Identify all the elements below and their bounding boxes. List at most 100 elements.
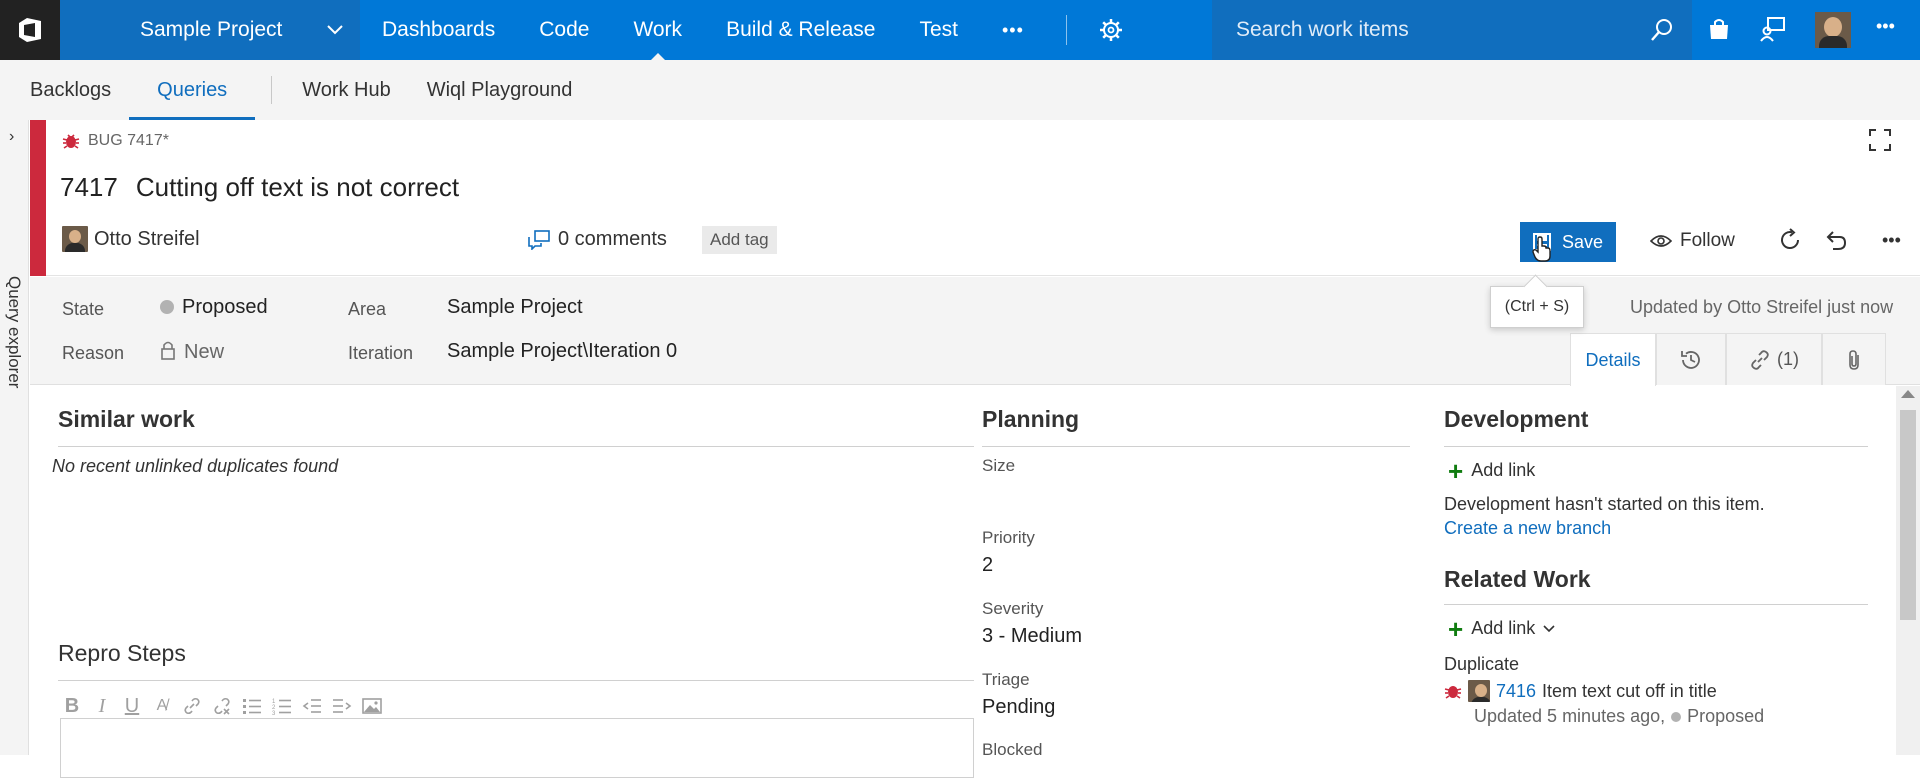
tab-links[interactable]: (1) xyxy=(1726,333,1822,385)
related-item-title[interactable]: Item text cut off in title xyxy=(1542,681,1717,702)
query-explorer-rail[interactable]: › Query explorer xyxy=(0,120,29,755)
tab-backlogs[interactable]: Backlogs xyxy=(0,60,129,120)
search-icon[interactable] xyxy=(1650,18,1674,42)
nav-build-release[interactable]: Build & Release xyxy=(704,0,897,60)
expand-chevron-icon[interactable]: › xyxy=(9,128,14,146)
underline-button[interactable]: U xyxy=(120,694,144,718)
marketplace-bag-icon[interactable] xyxy=(1706,16,1732,42)
feedback-icon[interactable] xyxy=(1760,16,1786,42)
avatar xyxy=(1468,680,1490,702)
repro-steps-editor[interactable] xyxy=(60,718,974,778)
nav-code[interactable]: Code xyxy=(517,0,611,60)
related-item-id[interactable]: 7416 xyxy=(1496,681,1536,702)
bug-icon xyxy=(1444,686,1462,699)
avatar xyxy=(62,226,88,252)
outdent-button[interactable] xyxy=(300,694,324,718)
tab-queries[interactable]: Queries xyxy=(129,60,256,120)
development-title: Development xyxy=(1444,406,1589,432)
undo-icon[interactable] xyxy=(1824,228,1848,252)
bullet-list-button[interactable] xyxy=(240,694,264,718)
iteration-value[interactable]: Sample Project\Iteration 0 xyxy=(447,340,677,363)
project-selector[interactable]: Sample Project xyxy=(60,0,360,60)
settings-button[interactable] xyxy=(1087,0,1135,60)
indent-button[interactable] xyxy=(330,694,354,718)
create-branch-link[interactable]: Create a new branch xyxy=(1444,518,1611,539)
highlight-button[interactable]: A̸ xyxy=(150,694,174,718)
topnav-overflow-button[interactable]: ••• xyxy=(1876,16,1895,37)
related-item-row[interactable]: 7416 Item text cut off in title xyxy=(1444,680,1717,702)
size-field[interactable] xyxy=(982,482,1182,508)
tab-attachments[interactable] xyxy=(1822,333,1886,385)
priority-label: Priority xyxy=(982,528,1035,547)
state-dot xyxy=(160,300,174,314)
nav-more-button[interactable]: ••• xyxy=(980,0,1046,60)
repro-steps-title: Repro Steps xyxy=(58,640,186,666)
nav-test[interactable]: Test xyxy=(897,0,980,60)
updated-by-text: Updated by Otto Streifel just now xyxy=(1630,297,1894,317)
svg-text:3: 3 xyxy=(272,711,276,715)
scroll-thumb[interactable] xyxy=(1900,410,1916,620)
assigned-to-field[interactable]: Otto Streifel xyxy=(62,226,200,252)
remove-link-button[interactable] xyxy=(210,694,234,718)
nav-dashboards[interactable]: Dashboards xyxy=(360,0,517,60)
chevron-down-icon xyxy=(327,25,343,35)
tab-history[interactable] xyxy=(1656,333,1726,385)
iteration-label: Iteration xyxy=(348,343,414,363)
severity-field[interactable]: 3 - Medium xyxy=(982,625,1082,648)
comments-icon xyxy=(528,229,550,250)
work-item-title[interactable]: 7417 Cutting off text is not correct xyxy=(60,172,459,203)
gear-icon xyxy=(1099,19,1122,41)
no-duplicates-note: No recent unlinked duplicates found xyxy=(52,456,339,476)
search-work-items-input[interactable]: Search work items xyxy=(1212,0,1692,60)
state-field[interactable]: Proposed xyxy=(160,296,268,319)
fullscreen-icon[interactable] xyxy=(1868,128,1892,152)
form-scrollbar[interactable] xyxy=(1896,386,1920,755)
related-add-link-button[interactable]: + Add link xyxy=(1448,613,1555,644)
bold-button[interactable]: B xyxy=(60,694,84,718)
planning-title: Planning xyxy=(982,406,1080,432)
nav-work[interactable]: Work xyxy=(611,0,704,60)
section-divider xyxy=(1444,446,1868,447)
subnav-divider xyxy=(271,76,273,104)
follow-button[interactable]: Follow xyxy=(1650,230,1735,252)
reason-value: New xyxy=(184,341,225,363)
sub-nav-bar: Backlogs Queries Work Hub Wiql Playgroun… xyxy=(0,60,1920,120)
italic-button[interactable]: I xyxy=(90,694,114,718)
comments-count: 0 comments xyxy=(558,228,667,250)
comments-link[interactable]: 0 comments xyxy=(528,228,667,251)
work-item-more-button[interactable]: ••• xyxy=(1882,230,1901,251)
hub-nav: Dashboards Code Work Build & Release Tes… xyxy=(360,0,1135,60)
lock-icon xyxy=(161,341,175,360)
azure-devops-logo[interactable] xyxy=(0,0,60,60)
bullet-list-icon xyxy=(243,699,261,714)
section-divider xyxy=(58,680,974,681)
development-add-link-button[interactable]: + Add link xyxy=(1448,455,1535,486)
history-icon xyxy=(1681,350,1700,369)
tab-wiql-playground[interactable]: Wiql Playground xyxy=(409,60,591,120)
add-tag-button[interactable]: Add tag xyxy=(702,226,777,254)
plus-icon: + xyxy=(1448,613,1464,644)
rich-text-toolbar: B I U A̸ 123 xyxy=(60,694,384,718)
user-avatar[interactable] xyxy=(1815,12,1851,48)
query-explorer-label: Query explorer xyxy=(5,276,24,389)
work-item-fields: State Proposed Reason New Area Sample Pr… xyxy=(30,277,1920,386)
refresh-icon[interactable] xyxy=(1778,228,1802,252)
chevron-down-icon xyxy=(1543,624,1555,632)
tab-details[interactable]: Details xyxy=(1570,333,1656,386)
insert-image-button[interactable] xyxy=(360,694,384,718)
scroll-up-arrow-icon[interactable] xyxy=(1901,390,1915,398)
links-count: (1) xyxy=(1777,349,1799,369)
attachment-icon xyxy=(1849,349,1859,370)
plus-icon: + xyxy=(1448,455,1464,486)
insert-link-button[interactable] xyxy=(180,694,204,718)
area-value[interactable]: Sample Project xyxy=(447,296,583,319)
tab-work-hub[interactable]: Work Hub xyxy=(284,60,409,120)
priority-field[interactable]: 2 xyxy=(982,554,993,577)
devops-logo-icon xyxy=(19,18,41,42)
work-item-title-text: Cutting off text is not correct xyxy=(135,172,460,202)
numbered-list-button[interactable]: 123 xyxy=(270,694,294,718)
triage-field[interactable]: Pending xyxy=(982,696,1055,719)
triage-label: Triage xyxy=(982,670,1030,689)
similar-work-title: Similar work xyxy=(58,406,195,432)
size-label: Size xyxy=(982,456,1016,475)
